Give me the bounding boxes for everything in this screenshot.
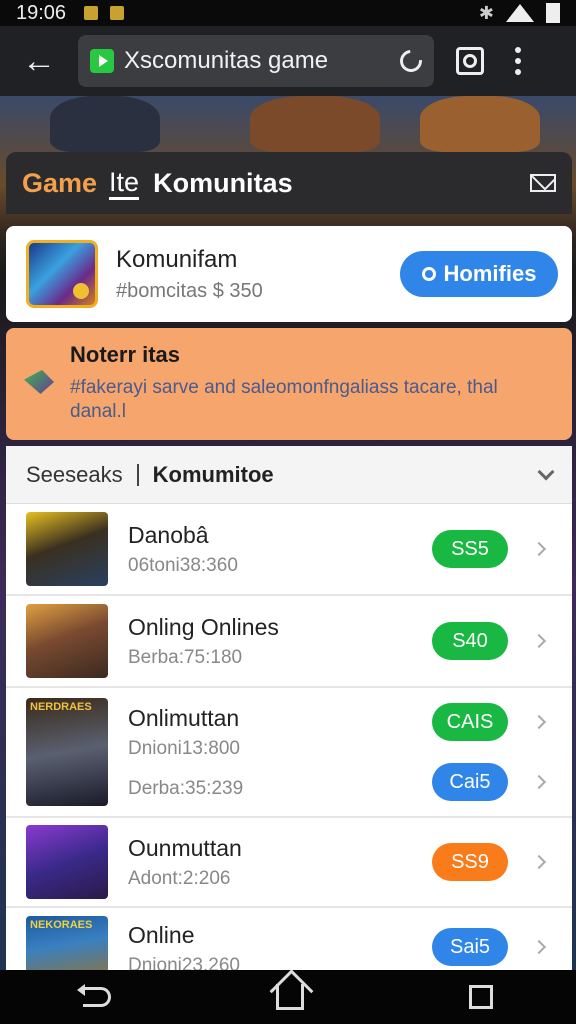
item-meta: 06toni38:360 (128, 554, 238, 576)
address-bar[interactable]: Xscomunitas game (78, 35, 434, 87)
filter-left-label[interactable]: Seeseaks (26, 462, 123, 488)
item-meta: Berba:75:180 (128, 646, 243, 668)
community-profile-card: Komunifam #bomcitas $ 350 Homifies (6, 226, 572, 322)
community-list: Seeseaks Komumitoe Danobâ 06toni38:360 S… (6, 446, 572, 984)
community-subtitle: #bomcitas $ 350 (116, 279, 263, 302)
status-badge[interactable]: SS9 (432, 843, 508, 881)
home-button-label: Homifies (443, 261, 537, 286)
status-bar: 19:06 ✱ (0, 0, 576, 26)
arrow-left-icon: ← (22, 41, 56, 80)
back-button[interactable]: ← (14, 36, 64, 86)
mage-thumbnail (26, 825, 108, 899)
list-item[interactable]: Ounmuttan Adont:2:206 SS9 (6, 818, 572, 908)
browser-toolbar: ← Xscomunitas game (0, 26, 576, 96)
hero-figure-center (250, 96, 380, 152)
recents-nav-icon[interactable] (469, 985, 494, 1009)
hero-figure-left (50, 96, 160, 152)
status-badge[interactable]: S40 (432, 622, 508, 660)
item-title: Onling Onlines (128, 613, 279, 640)
soldier-thumbnail: NERDRAES (26, 698, 108, 806)
status-time: 19:06 (16, 1, 67, 24)
status-badge[interactable]: SS5 (432, 530, 508, 568)
url-text: Xscomunitas game (124, 47, 329, 74)
header-game-label[interactable]: Game (22, 168, 97, 199)
chevron-right-icon[interactable] (531, 774, 547, 790)
chevron-right-icon[interactable] (531, 714, 547, 730)
signal-icon (506, 4, 534, 22)
hero-figure-right (420, 96, 540, 152)
reload-icon[interactable] (395, 45, 427, 77)
tabs-switcher-icon[interactable] (456, 47, 484, 75)
back-nav-icon[interactable] (76, 984, 111, 1007)
community-name: Komunifam (116, 245, 238, 273)
battery-icon (546, 3, 560, 23)
system-navigation-bar (0, 970, 576, 1024)
home-button[interactable]: Homifies (400, 251, 558, 297)
item-title: Ounmuttan (128, 834, 242, 861)
item-meta: Adont:2:206 (128, 867, 231, 889)
bluetooth-icon: ✱ (478, 2, 494, 23)
status-badge[interactable]: CAIS (432, 703, 508, 741)
notice-body: #fakerayi sarve and saleomonfngaliass ta… (70, 377, 498, 422)
chevron-down-icon[interactable] (537, 463, 555, 480)
filter-right-label[interactable]: Komumitoe (153, 462, 274, 488)
notice-title: Noterr itas (70, 342, 181, 367)
warrior-thumbnail (26, 512, 108, 586)
status-badge[interactable]: Cai5 (432, 763, 508, 801)
chevron-right-icon[interactable] (531, 633, 547, 649)
chevron-right-icon[interactable] (531, 541, 547, 557)
notification-icon (84, 6, 99, 20)
item-meta-secondary: Derba:35:239 (128, 777, 244, 799)
thumbnail-label: NEKORAES (30, 919, 93, 931)
overflow-menu-icon[interactable] (508, 43, 528, 79)
header-active-tab[interactable]: Ite (109, 167, 140, 200)
notice-banner[interactable]: Noterr itas #fakerayi sarve and saleomon… (6, 328, 572, 440)
list-filter-header[interactable]: Seeseaks Komumitoe (6, 446, 572, 504)
bearded-hero-thumbnail (26, 604, 108, 678)
community-avatar (26, 240, 98, 308)
site-favicon-icon (90, 49, 114, 73)
filter-divider (136, 463, 139, 486)
item-title: Danobâ (128, 521, 209, 548)
item-meta: Dnioni13:800 (128, 737, 240, 759)
mail-icon[interactable] (530, 174, 556, 192)
status-badge[interactable]: Sai5 (432, 928, 508, 966)
chevron-right-icon[interactable] (531, 854, 547, 870)
item-title: Onlimuttan (128, 704, 240, 731)
game-notification-icon (110, 6, 125, 20)
page-title: Komunitas (153, 167, 293, 198)
list-item[interactable]: Danobâ 06toni38:360 SS5 (6, 504, 572, 596)
thumbnail-label: NERDRAES (30, 701, 92, 713)
community-page: Game Ite Komunitas Komunifam #bomcitas $… (6, 152, 572, 984)
item-title: Online (128, 922, 195, 948)
search-icon (421, 267, 436, 281)
page-header: Game Ite Komunitas (6, 152, 572, 214)
home-nav-icon[interactable] (275, 984, 304, 1010)
list-item[interactable]: Onling Onlines Berba:75:180 S40 (6, 596, 572, 688)
list-item[interactable]: NERDRAES Onlimuttan Dnioni13:800 Derba:3… (6, 688, 572, 818)
gem-icon (24, 370, 54, 394)
chevron-right-icon[interactable] (531, 939, 547, 955)
